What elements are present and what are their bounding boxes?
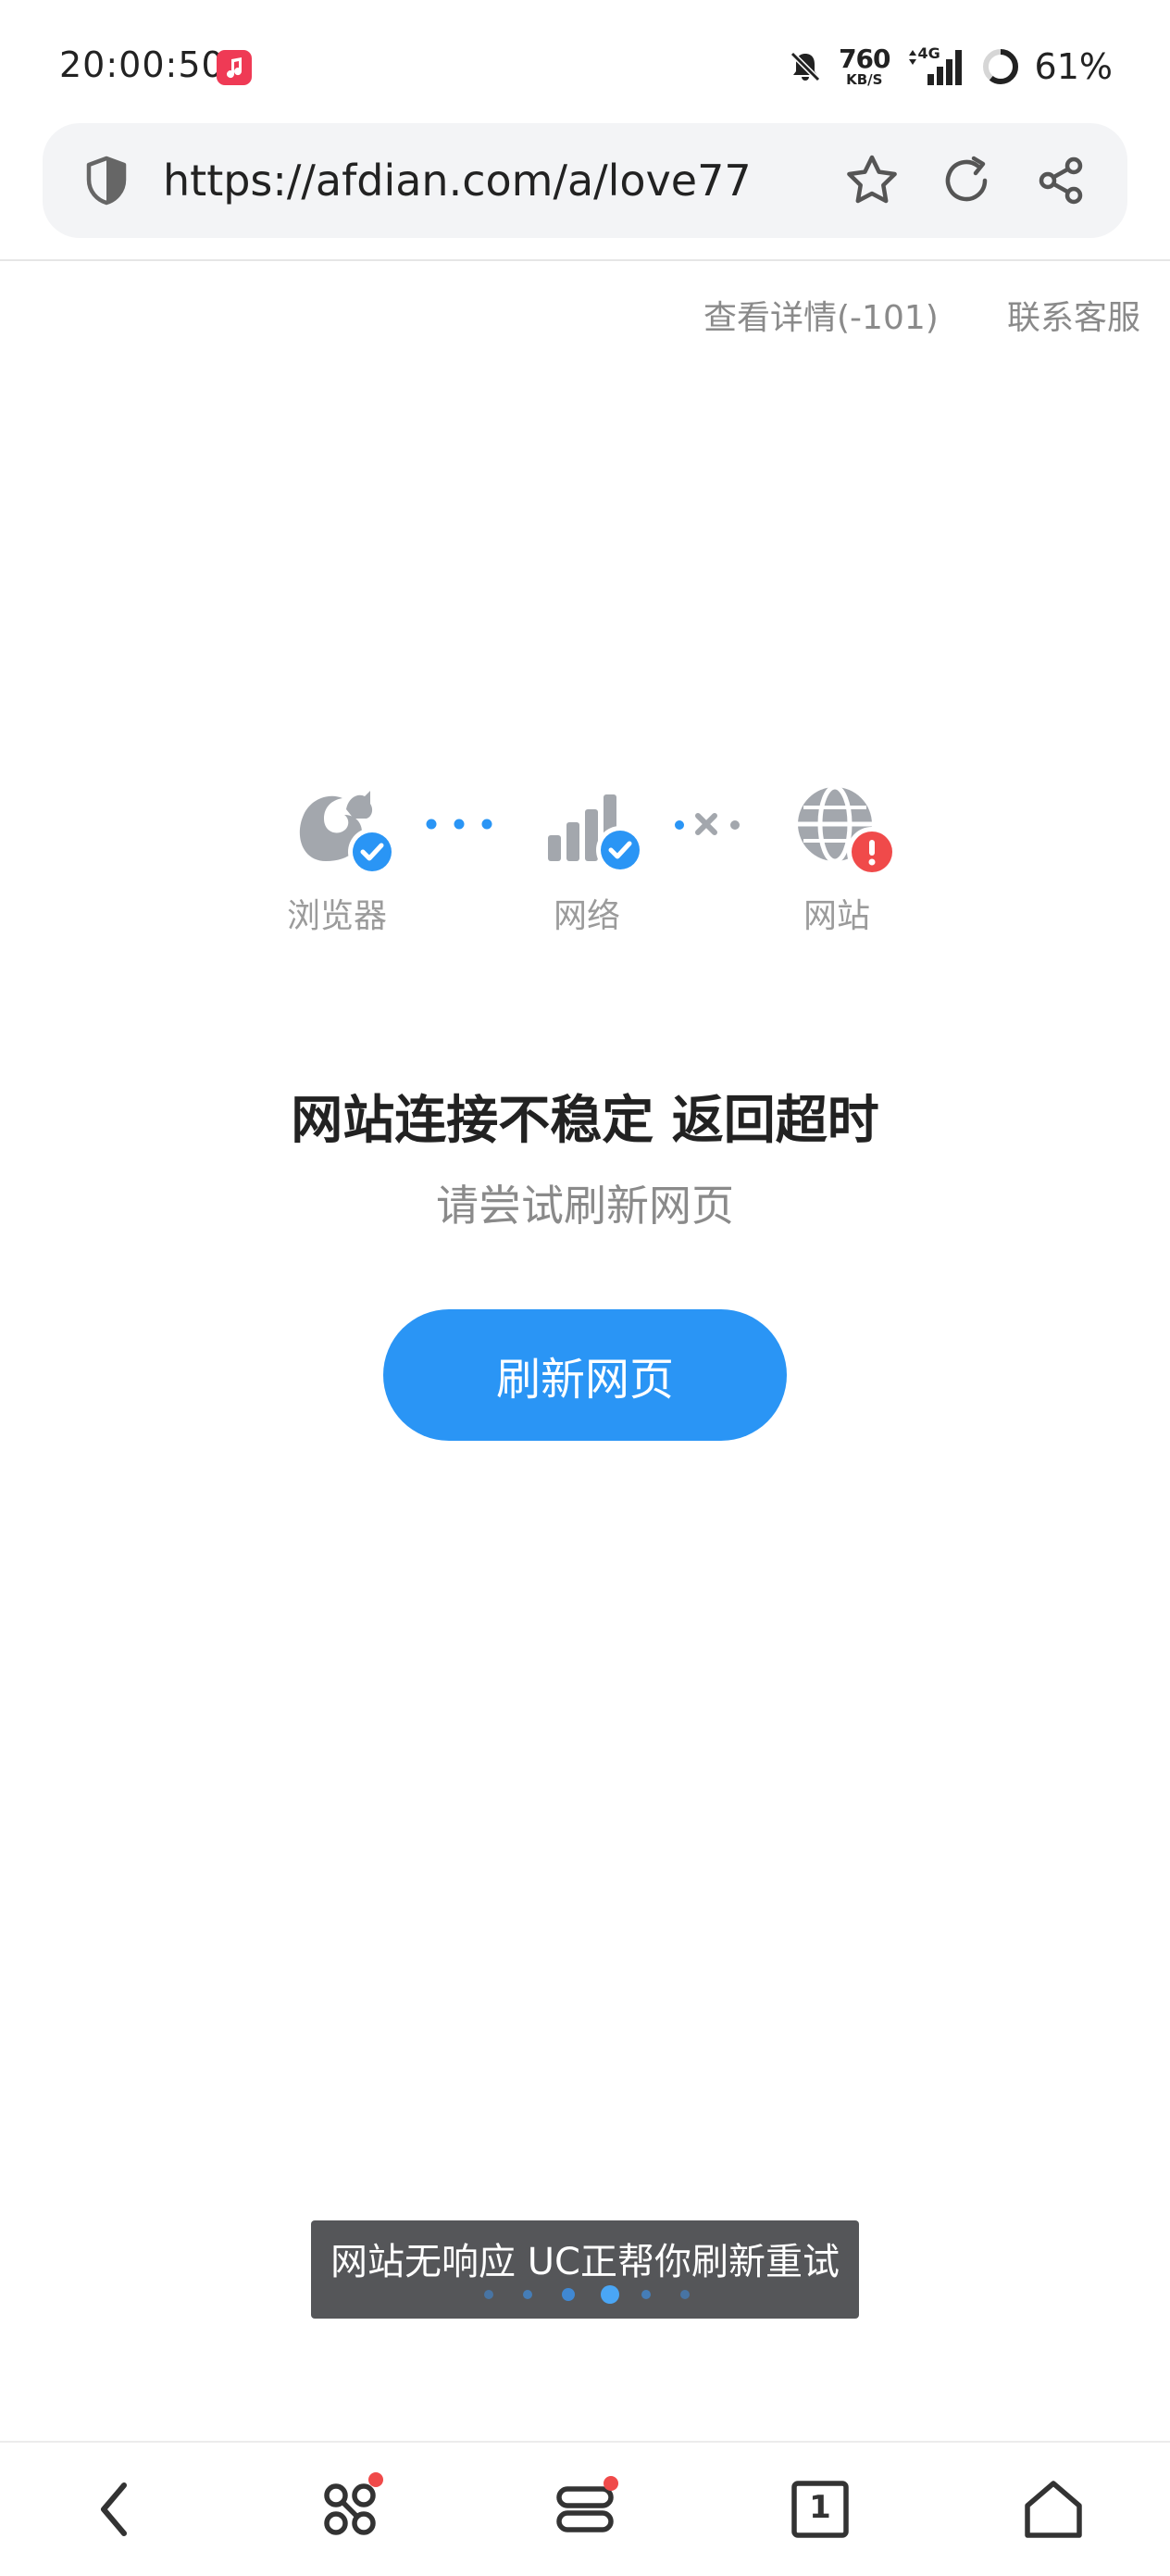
progress-dot <box>562 2288 575 2301</box>
menu-button[interactable] <box>546 2470 624 2548</box>
tabs-button[interactable]: 1 <box>781 2470 859 2548</box>
toolbar-divider <box>0 259 1170 261</box>
progress-dot <box>680 2290 690 2299</box>
contact-support-link[interactable]: 联系客服 <box>1007 291 1140 339</box>
toast-message: 网站无响应 UC正帮你刷新重试 <box>330 2241 840 2283</box>
status-bar: 20:00:50 760 KB/S 4G 61% <box>0 0 1170 120</box>
share-icon[interactable] <box>1031 151 1090 210</box>
mute-bell-icon <box>790 51 821 82</box>
progress-dot-active <box>601 2285 619 2304</box>
progress-dot <box>484 2290 493 2299</box>
browser-label: 浏览器 <box>286 897 387 935</box>
status-time: 20:00:50 <box>59 44 225 85</box>
battery-ring-icon <box>982 49 1018 84</box>
speed-unit: KB/S <box>846 71 883 88</box>
discover-button[interactable] <box>311 2470 389 2548</box>
back-button[interactable] <box>78 2470 156 2548</box>
retry-toast: 网站无响应 UC正帮你刷新重试 <box>311 2220 859 2319</box>
home-button[interactable] <box>1014 2470 1092 2548</box>
tab-count: 1 <box>809 2489 831 2526</box>
network-speed: 760 KB/S <box>839 46 890 87</box>
connection-dots-failed <box>675 813 740 835</box>
refresh-page-button[interactable]: 刷新网页 <box>383 1309 787 1441</box>
connection-diagnosis: 浏览器 网络 网站 <box>0 769 1170 944</box>
battery-level: 61% <box>1034 46 1113 87</box>
error-title: 网站连接不稳定 返回超时 <box>291 1091 879 1151</box>
status-icons: 760 KB/S 4G 61% <box>787 43 1113 91</box>
music-app-icon <box>217 50 252 85</box>
browser-squirrel-icon <box>299 791 396 876</box>
url-text[interactable]: https://afdian.com/a/love77 <box>163 156 752 206</box>
view-details-link[interactable]: 查看详情(-101) <box>703 291 939 339</box>
back-arrow-icon <box>101 2482 127 2536</box>
cell-signal: 4G <box>905 44 966 87</box>
notification-dot <box>604 2476 618 2491</box>
progress-dot <box>641 2290 651 2299</box>
progress-dot <box>523 2290 532 2299</box>
speed-value: 760 <box>839 44 890 74</box>
error-subtitle: 请尝试刷新网页 <box>436 1181 734 1231</box>
signal-bars-icon <box>908 50 962 85</box>
notification-dot <box>368 2472 383 2487</box>
website-globe-icon <box>798 784 897 877</box>
home-icon <box>1025 2481 1082 2538</box>
website-label: 网站 <box>803 897 870 935</box>
connection-dots-ok <box>426 819 492 830</box>
address-bar[interactable]: https://afdian.com/a/love77 <box>43 123 1127 238</box>
star-icon[interactable] <box>842 151 902 210</box>
network-label: 网络 <box>553 897 620 935</box>
reload-icon[interactable] <box>937 151 996 210</box>
bottom-navigation: 1 <box>0 2441 1170 2576</box>
shield-icon[interactable] <box>83 155 130 206</box>
network-signal-icon <box>548 794 644 874</box>
